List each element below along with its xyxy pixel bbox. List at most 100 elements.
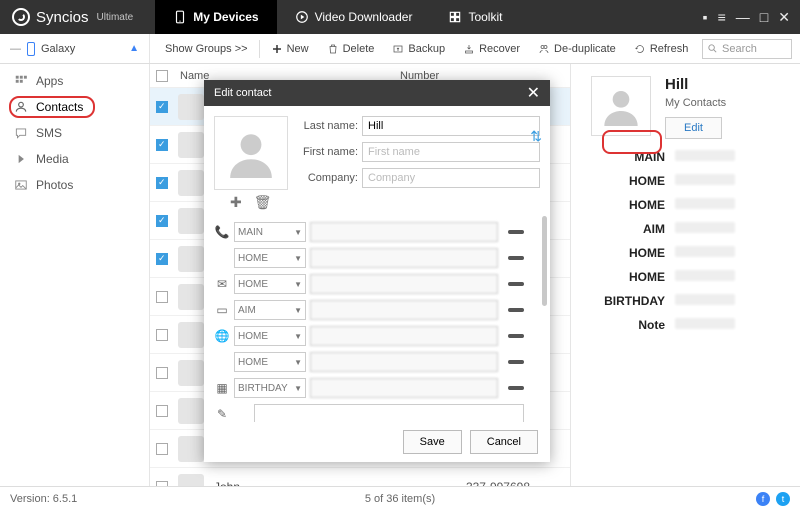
play-icon — [295, 10, 309, 24]
row-checkbox[interactable] — [156, 139, 168, 151]
value-input[interactable] — [310, 222, 498, 242]
maximize-button[interactable]: □ — [760, 9, 768, 26]
remove-icon[interactable] — [508, 308, 524, 312]
remove-icon[interactable] — [508, 256, 524, 260]
row-checkbox[interactable] — [156, 443, 168, 455]
remove-icon[interactable] — [508, 386, 524, 390]
modal-titlebar: Edit contact ✕ — [204, 80, 550, 106]
row-checkbox[interactable] — [156, 291, 168, 303]
sidebar-item-sms[interactable]: SMS — [0, 120, 149, 146]
grid-icon — [448, 10, 462, 24]
sidebar-item-contacts[interactable]: Contacts — [0, 94, 149, 120]
delete-photo-icon[interactable]: 🗑 — [254, 194, 272, 211]
dedup-button[interactable]: De-duplicate — [531, 38, 623, 60]
chat-icon[interactable]: ▪ — [703, 9, 708, 26]
value-input[interactable] — [310, 300, 498, 320]
row-checkbox[interactable] — [156, 253, 168, 265]
tab-my-devices[interactable]: My Devices — [155, 0, 276, 34]
note-input[interactable] — [254, 404, 524, 422]
field-value — [675, 318, 735, 329]
value-input[interactable] — [310, 248, 498, 268]
edition-text: Ultimate — [97, 12, 134, 23]
twitter-icon[interactable]: t — [776, 492, 790, 506]
refresh-button[interactable]: Refresh — [627, 38, 696, 60]
value-input[interactable] — [310, 378, 498, 398]
type-select[interactable]: MAIN▼ — [234, 222, 306, 242]
swap-names-icon[interactable]: ⇅ — [530, 128, 542, 145]
device-selector[interactable]: — Galaxy ▲ — [0, 34, 150, 63]
sidebar-item-media[interactable]: Media — [0, 146, 149, 172]
field-value — [675, 174, 735, 185]
new-button[interactable]: New — [264, 38, 316, 60]
modal-scrollbar[interactable] — [542, 216, 547, 306]
eject-icon[interactable]: ▲ — [129, 43, 139, 54]
table-row[interactable]: John 337-997698 — [150, 468, 570, 486]
mail-icon: ✉ — [214, 277, 230, 291]
close-icon[interactable]: ✕ — [527, 83, 540, 103]
value-input[interactable] — [310, 326, 498, 346]
select-all-checkbox[interactable] — [156, 70, 168, 82]
tab-toolkit[interactable]: Toolkit — [430, 0, 520, 34]
note-icon: ✎ — [214, 407, 230, 421]
avatar — [178, 132, 204, 158]
last-name-input[interactable] — [362, 116, 540, 136]
row-checkbox[interactable] — [156, 405, 168, 417]
tab-label: Toolkit — [468, 10, 502, 24]
device-name: Galaxy — [41, 43, 75, 55]
backup-button[interactable]: Backup — [385, 38, 452, 60]
row-checkbox[interactable] — [156, 329, 168, 341]
row-checkbox[interactable] — [156, 215, 168, 227]
row-number: 337-997698 — [466, 480, 570, 487]
search-input[interactable]: Search — [702, 39, 792, 59]
social-links: f t — [756, 492, 790, 506]
type-select[interactable]: AIM▼ — [234, 300, 306, 320]
field-key: HOME — [591, 174, 675, 188]
row-checkbox[interactable] — [156, 177, 168, 189]
phone-icon — [27, 42, 35, 56]
modal-avatar[interactable] — [214, 116, 288, 190]
header-tabs: My Devices Video Downloader Toolkit — [155, 0, 520, 34]
show-groups-button[interactable]: Show Groups >> — [158, 38, 255, 60]
type-select[interactable]: HOME▼ — [234, 352, 306, 372]
value-input[interactable] — [310, 274, 498, 294]
close-button[interactable]: ✕ — [778, 9, 790, 26]
person-icon — [226, 128, 276, 178]
row-checkbox[interactable] — [156, 481, 168, 487]
remove-icon[interactable] — [508, 360, 524, 364]
photos-icon — [14, 178, 28, 192]
label: Delete — [343, 43, 375, 55]
row-checkbox[interactable] — [156, 101, 168, 113]
edit-button[interactable]: Edit — [665, 117, 722, 139]
sidebar-item-photos[interactable]: Photos — [0, 172, 149, 198]
cancel-button[interactable]: Cancel — [470, 430, 538, 454]
save-button[interactable]: Save — [403, 430, 462, 454]
type-select[interactable]: HOME▼ — [234, 326, 306, 346]
remove-icon[interactable] — [508, 334, 524, 338]
first-name-input[interactable] — [362, 142, 540, 162]
avatar — [178, 436, 204, 462]
row-checkbox[interactable] — [156, 367, 168, 379]
version-text: Version: 6.5.1 — [10, 493, 77, 505]
menu-icon[interactable]: ≡ — [718, 9, 726, 26]
value-input[interactable] — [310, 352, 498, 372]
sidebar-item-apps[interactable]: Apps — [0, 68, 149, 94]
label: SMS — [36, 126, 62, 140]
person-icon — [601, 86, 641, 126]
add-photo-icon[interactable]: ✚ — [230, 194, 242, 211]
label: Media — [36, 152, 69, 166]
remove-icon[interactable] — [508, 230, 524, 234]
delete-button[interactable]: Delete — [320, 38, 382, 60]
company-input[interactable] — [362, 168, 540, 188]
field-value — [675, 150, 735, 161]
type-select[interactable]: HOME▼ — [234, 274, 306, 294]
recover-button[interactable]: Recover — [456, 38, 527, 60]
trash-icon — [327, 43, 339, 55]
detail-group: My Contacts — [665, 97, 726, 109]
tab-video-downloader[interactable]: Video Downloader — [277, 0, 431, 34]
minimize-button[interactable]: — — [736, 9, 750, 26]
type-select[interactable]: HOME▼ — [234, 248, 306, 268]
remove-icon[interactable] — [508, 282, 524, 286]
label: Apps — [36, 74, 63, 88]
type-select[interactable]: BIRTHDAY▼ — [234, 378, 306, 398]
facebook-icon[interactable]: f — [756, 492, 770, 506]
